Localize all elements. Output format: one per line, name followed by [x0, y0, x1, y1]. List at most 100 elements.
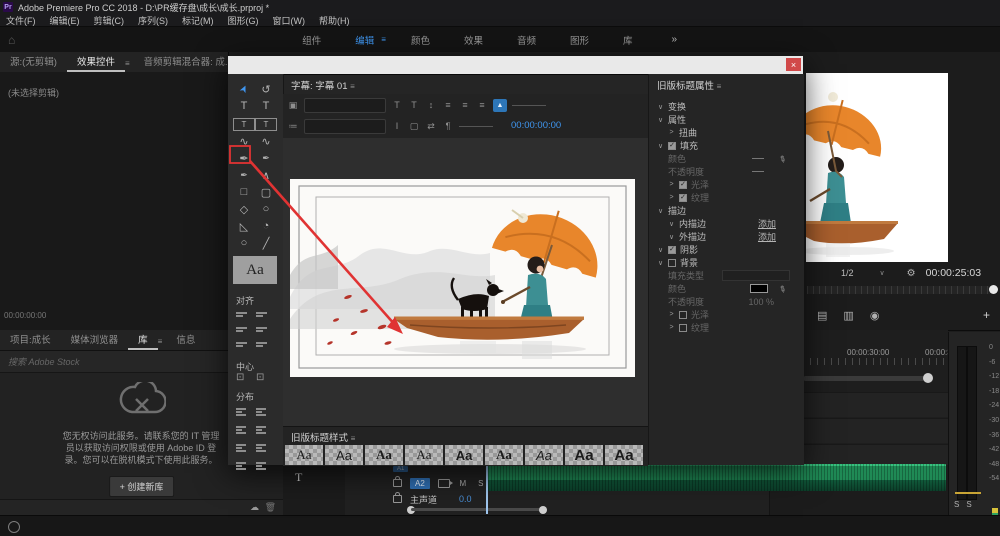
style-swatch[interactable]: Aa [565, 445, 603, 465]
rotation-tool-icon[interactable]: ↺ [255, 82, 277, 96]
center-icon[interactable]: ⊡ [236, 372, 256, 383]
lock-icon[interactable] [393, 492, 402, 503]
rectangle-tool-icon[interactable]: □ [233, 185, 255, 199]
menu-item[interactable]: 窗口(W) [273, 14, 306, 27]
checkbox-阴影[interactable]: ✓ [668, 245, 676, 254]
workspace-tab[interactable]: 效果 [447, 33, 500, 47]
add-link[interactable]: 添加 [758, 217, 776, 230]
vertical-type-tool-icon[interactable]: T [255, 99, 277, 113]
sync-cloud-icon[interactable]: ☁ [250, 502, 259, 513]
convert-anchor-point-tool-icon[interactable]: ∧ [255, 168, 277, 182]
tab-stops-icon[interactable]: ¶ [442, 120, 454, 133]
delete-anchor-point-tool-icon[interactable]: ✒ [255, 151, 277, 165]
close-icon[interactable]: × [786, 58, 801, 71]
type-tool-icon[interactable]: T [295, 470, 302, 485]
ellipse-tool-icon[interactable]: ○ [233, 236, 255, 250]
project-panel-tab[interactable]: 库 [128, 332, 158, 350]
title-artboard[interactable] [290, 179, 635, 377]
menu-item[interactable]: 图形(G) [228, 14, 259, 27]
track-a1-badge[interactable]: A1 [393, 466, 409, 472]
align-icon[interactable] [256, 420, 276, 434]
font-size-icon[interactable]: ▢ [408, 120, 420, 133]
style-swatch[interactable]: Aa [365, 445, 403, 465]
align-right-icon[interactable]: ≡ [476, 99, 488, 112]
title-canvas[interactable] [283, 138, 648, 426]
playhead[interactable] [486, 464, 488, 514]
chevron-down-icon[interactable]: ∨ [657, 207, 664, 215]
chevron-right-icon[interactable]: > [668, 129, 675, 136]
align-icon[interactable] [236, 438, 256, 452]
wedge-tool-icon[interactable]: ◺ [233, 219, 255, 233]
leading-icon[interactable]: ↕ [425, 99, 437, 112]
align-icon[interactable] [256, 321, 276, 332]
panel-menu-icon[interactable]: ≡ [158, 337, 163, 346]
clipped-corner-rectangle-tool-icon[interactable]: ◇ [233, 202, 255, 216]
align-icon[interactable] [256, 402, 276, 416]
font-family-select[interactable] [304, 97, 386, 113]
program-scrubber-handle[interactable] [989, 285, 998, 294]
style-swatch[interactable]: Aa [285, 445, 323, 465]
lock-icon[interactable] [393, 476, 402, 487]
chevron-down-icon[interactable]: ∨ [657, 116, 664, 124]
align-center-icon[interactable]: ≡ [459, 99, 471, 112]
source-panel-tab[interactable]: 源:(无剪辑) [0, 54, 67, 72]
checkbox-光泽[interactable] [679, 310, 687, 319]
slider-track[interactable] [459, 125, 493, 127]
home-icon[interactable]: ⌂ [8, 33, 15, 47]
panel-menu-icon[interactable]: ≡ [351, 434, 356, 443]
create-library-button[interactable]: + 创建新库 [108, 476, 175, 497]
panel-menu-icon[interactable]: ≡ [350, 82, 355, 91]
menu-item[interactable]: 文件(F) [6, 14, 36, 27]
chevron-right-icon[interactable]: > [668, 311, 675, 318]
chevron-right-icon[interactable]: > [668, 194, 675, 201]
center-icon[interactable]: ⊡ [256, 372, 276, 383]
lift-icon[interactable]: ▤ [817, 309, 827, 322]
checkbox-纹理[interactable] [679, 323, 687, 332]
source-panel-tab[interactable]: 音频剪辑混合器: 成... [134, 54, 243, 72]
timeline-horizontal-scrollbar[interactable] [407, 506, 827, 514]
kerning-icon[interactable]: ⇄ [425, 120, 437, 133]
project-panel-tab[interactable]: 信息 [166, 332, 205, 350]
bold-button[interactable]: T [391, 99, 403, 112]
panel-menu-icon[interactable]: ≡ [717, 82, 722, 91]
align-icon[interactable] [236, 306, 256, 317]
style-swatch[interactable]: Aa [485, 445, 523, 465]
checkbox-光泽[interactable]: ✓ [679, 180, 687, 189]
fill-type-select[interactable] [722, 270, 790, 281]
settings-wrench-icon[interactable]: ⚙ [907, 268, 916, 279]
menu-item[interactable]: 编辑(E) [50, 14, 80, 27]
dialog-titlebar[interactable]: × [228, 56, 803, 75]
style-swatch[interactable]: Aa [445, 445, 483, 465]
workspace-tab[interactable]: 颜色 [394, 33, 447, 47]
workspace-tab[interactable]: 库 [606, 33, 650, 47]
arc-tool-icon[interactable]: ◔ [255, 219, 277, 233]
panel-menu-icon[interactable]: ≡ [125, 59, 130, 68]
underline-button[interactable]: I [391, 120, 403, 133]
chevron-down-icon[interactable]: ∨ [657, 103, 664, 111]
camera-icon[interactable] [437, 478, 453, 488]
source-panel-tab[interactable]: 效果控件 [66, 54, 125, 72]
checkbox-背景[interactable] [668, 258, 676, 267]
solo-left-button[interactable]: S [954, 500, 959, 509]
path-type-tool-icon[interactable]: ∿ [233, 134, 255, 148]
chevron-right-icon[interactable]: > [668, 324, 675, 331]
menu-item[interactable]: 剪辑(C) [94, 14, 125, 27]
align-left-icon[interactable]: ≡ [442, 99, 454, 112]
workspace-tab[interactable]: 图形 [553, 33, 606, 47]
master-volume-value[interactable]: 0.0 [459, 494, 472, 504]
style-swatch[interactable]: Aa [405, 445, 443, 465]
rounded-rectangle-tool-icon[interactable]: ▢ [255, 185, 277, 199]
chevron-right-icon[interactable]: > [668, 181, 675, 188]
font-style-select[interactable] [304, 118, 386, 134]
chevron-down-icon[interactable]: ∨ [657, 142, 664, 150]
solo-button[interactable]: S [476, 479, 486, 488]
zoom-level-select[interactable]: 1/2 [841, 268, 854, 278]
vertical-path-type-tool-icon[interactable]: ∿ [255, 134, 277, 148]
align-icon[interactable] [236, 402, 256, 416]
button-editor-plus[interactable]: + [983, 308, 990, 322]
style-swatch[interactable]: Aa [605, 445, 643, 465]
style-swatch[interactable]: Aa [325, 445, 363, 465]
extract-icon[interactable]: ▥ [843, 309, 853, 322]
new-title-from-frame-icon[interactable]: ▣ [287, 99, 299, 112]
trash-icon[interactable]: 🗑 [265, 502, 276, 513]
